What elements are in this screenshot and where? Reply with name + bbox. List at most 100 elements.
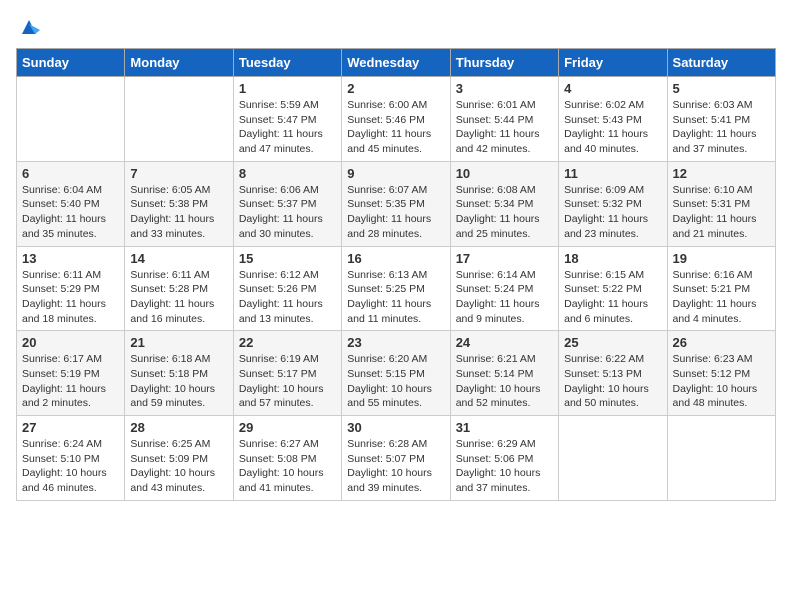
day-info: Sunrise: 6:29 AM Sunset: 5:06 PM Dayligh… [456, 437, 553, 496]
day-number: 6 [22, 166, 119, 181]
day-info: Sunrise: 6:09 AM Sunset: 5:32 PM Dayligh… [564, 183, 661, 242]
calendar-cell: 11 Sunrise: 6:09 AM Sunset: 5:32 PM Dayli… [559, 161, 667, 246]
calendar-cell: 16Sunrise: 6:13 AM Sunset: 5:25 PM Dayli… [342, 246, 450, 331]
calendar-cell: 9 Sunrise: 6:07 AM Sunset: 5:35 PM Daylig… [342, 161, 450, 246]
day-number: 17 [456, 251, 553, 266]
day-number: 29 [239, 420, 336, 435]
day-number: 27 [22, 420, 119, 435]
day-info: Sunrise: 6:00 AM Sunset: 5:46 PM Dayligh… [347, 98, 444, 157]
day-number: 28 [130, 420, 227, 435]
day-info: Sunrise: 6:21 AM Sunset: 5:14 PM Dayligh… [456, 352, 553, 411]
calendar-cell: 17 Sunrise: 6:14 AM Sunset: 5:24 PM Dayli… [450, 246, 558, 331]
calendar-header-thursday: Thursday [450, 49, 558, 77]
calendar-cell: 23 Sunrise: 6:20 AM Sunset: 5:15 PM Dayli… [342, 331, 450, 416]
calendar-cell: 27 Sunrise: 6:24 AM Sunset: 5:10 PM Dayli… [17, 416, 125, 501]
day-number: 14 [130, 251, 227, 266]
calendar-cell [559, 416, 667, 501]
day-info: Sunrise: 6:01 AM Sunset: 5:44 PM Dayligh… [456, 98, 553, 157]
calendar-cell: 2 Sunrise: 6:00 AM Sunset: 5:46 PM Daylig… [342, 77, 450, 162]
day-info: Sunrise: 6:24 AM Sunset: 5:10 PM Dayligh… [22, 437, 119, 496]
day-info: Sunrise: 6:11 AM Sunset: 5:28 PM Dayligh… [130, 268, 227, 327]
calendar-cell: 14 Sunrise: 6:11 AM Sunset: 5:28 PM Dayli… [125, 246, 233, 331]
day-info: Sunrise: 6:04 AM Sunset: 5:40 PM Dayligh… [22, 183, 119, 242]
calendar-cell: 24 Sunrise: 6:21 AM Sunset: 5:14 PM Dayli… [450, 331, 558, 416]
day-number: 20 [22, 335, 119, 350]
day-number: 19 [673, 251, 770, 266]
day-info: Sunrise: 6:02 AM Sunset: 5:43 PM Dayligh… [564, 98, 661, 157]
day-number: 2 [347, 81, 444, 96]
calendar-cell: 10 Sunrise: 6:08 AM Sunset: 5:34 PM Dayli… [450, 161, 558, 246]
calendar-cell: 8Sunrise: 6:06 AM Sunset: 5:37 PM Daylig… [233, 161, 341, 246]
day-info: Sunrise: 6:22 AM Sunset: 5:13 PM Dayligh… [564, 352, 661, 411]
day-number: 15 [239, 251, 336, 266]
calendar-cell: 12Sunrise: 6:10 AM Sunset: 5:31 PM Dayli… [667, 161, 775, 246]
logo-icon [18, 16, 40, 38]
day-number: 5 [673, 81, 770, 96]
calendar-cell: 18 Sunrise: 6:15 AM Sunset: 5:22 PM Dayli… [559, 246, 667, 331]
calendar-cell: 13 Sunrise: 6:11 AM Sunset: 5:29 PM Dayli… [17, 246, 125, 331]
day-info: Sunrise: 6:23 AM Sunset: 5:12 PM Dayligh… [673, 352, 770, 411]
day-number: 24 [456, 335, 553, 350]
day-number: 13 [22, 251, 119, 266]
day-info: Sunrise: 6:03 AM Sunset: 5:41 PM Dayligh… [673, 98, 770, 157]
day-info: Sunrise: 6:11 AM Sunset: 5:29 PM Dayligh… [22, 268, 119, 327]
day-info: Sunrise: 6:17 AM Sunset: 5:19 PM Dayligh… [22, 352, 119, 411]
calendar-cell: 21 Sunrise: 6:18 AM Sunset: 5:18 PM Dayli… [125, 331, 233, 416]
day-number: 25 [564, 335, 661, 350]
calendar-cell: 28 Sunrise: 6:25 AM Sunset: 5:09 PM Dayli… [125, 416, 233, 501]
day-info: Sunrise: 6:08 AM Sunset: 5:34 PM Dayligh… [456, 183, 553, 242]
day-info: Sunrise: 6:20 AM Sunset: 5:15 PM Dayligh… [347, 352, 444, 411]
day-number: 23 [347, 335, 444, 350]
logo [16, 16, 40, 36]
calendar-cell: 3Sunrise: 6:01 AM Sunset: 5:44 PM Daylig… [450, 77, 558, 162]
calendar-week-row: 1 Sunrise: 5:59 AM Sunset: 5:47 PM Daylig… [17, 77, 776, 162]
calendar-cell: 5 Sunrise: 6:03 AM Sunset: 5:41 PM Daylig… [667, 77, 775, 162]
day-number: 11 [564, 166, 661, 181]
day-info: Sunrise: 6:25 AM Sunset: 5:09 PM Dayligh… [130, 437, 227, 496]
calendar-cell: 31Sunrise: 6:29 AM Sunset: 5:06 PM Dayli… [450, 416, 558, 501]
day-info: Sunrise: 6:27 AM Sunset: 5:08 PM Dayligh… [239, 437, 336, 496]
calendar-cell [667, 416, 775, 501]
day-number: 10 [456, 166, 553, 181]
day-number: 1 [239, 81, 336, 96]
calendar-header-tuesday: Tuesday [233, 49, 341, 77]
calendar-cell: 6 Sunrise: 6:04 AM Sunset: 5:40 PM Daylig… [17, 161, 125, 246]
calendar-cell: 26Sunrise: 6:23 AM Sunset: 5:12 PM Dayli… [667, 331, 775, 416]
day-info: Sunrise: 6:19 AM Sunset: 5:17 PM Dayligh… [239, 352, 336, 411]
calendar-week-row: 13 Sunrise: 6:11 AM Sunset: 5:29 PM Dayli… [17, 246, 776, 331]
day-number: 7 [130, 166, 227, 181]
calendar-cell: 1 Sunrise: 5:59 AM Sunset: 5:47 PM Daylig… [233, 77, 341, 162]
day-number: 21 [130, 335, 227, 350]
calendar-header-wednesday: Wednesday [342, 49, 450, 77]
calendar-cell: 22 Sunrise: 6:19 AM Sunset: 5:17 PM Dayli… [233, 331, 341, 416]
day-info: Sunrise: 6:15 AM Sunset: 5:22 PM Dayligh… [564, 268, 661, 327]
calendar-header-monday: Monday [125, 49, 233, 77]
day-info: Sunrise: 6:07 AM Sunset: 5:35 PM Dayligh… [347, 183, 444, 242]
day-info: Sunrise: 6:05 AM Sunset: 5:38 PM Dayligh… [130, 183, 227, 242]
day-info: Sunrise: 6:13 AM Sunset: 5:25 PM Dayligh… [347, 268, 444, 327]
day-number: 8 [239, 166, 336, 181]
day-info: Sunrise: 5:59 AM Sunset: 5:47 PM Dayligh… [239, 98, 336, 157]
day-info: Sunrise: 6:10 AM Sunset: 5:31 PM Dayligh… [673, 183, 770, 242]
calendar-table: SundayMondayTuesdayWednesdayThursdayFrid… [16, 48, 776, 501]
day-number: 4 [564, 81, 661, 96]
day-info: Sunrise: 6:14 AM Sunset: 5:24 PM Dayligh… [456, 268, 553, 327]
calendar-cell: 29 Sunrise: 6:27 AM Sunset: 5:08 PM Dayli… [233, 416, 341, 501]
day-number: 30 [347, 420, 444, 435]
calendar-week-row: 6 Sunrise: 6:04 AM Sunset: 5:40 PM Daylig… [17, 161, 776, 246]
day-info: Sunrise: 6:18 AM Sunset: 5:18 PM Dayligh… [130, 352, 227, 411]
calendar-cell: 20 Sunrise: 6:17 AM Sunset: 5:19 PM Dayli… [17, 331, 125, 416]
day-number: 22 [239, 335, 336, 350]
day-info: Sunrise: 6:28 AM Sunset: 5:07 PM Dayligh… [347, 437, 444, 496]
calendar-header-saturday: Saturday [667, 49, 775, 77]
day-info: Sunrise: 6:12 AM Sunset: 5:26 PM Dayligh… [239, 268, 336, 327]
calendar-cell [17, 77, 125, 162]
calendar-cell: 7 Sunrise: 6:05 AM Sunset: 5:38 PM Daylig… [125, 161, 233, 246]
calendar-cell [125, 77, 233, 162]
calendar-header-sunday: Sunday [17, 49, 125, 77]
day-number: 9 [347, 166, 444, 181]
calendar-cell: 4 Sunrise: 6:02 AM Sunset: 5:43 PM Daylig… [559, 77, 667, 162]
day-number: 18 [564, 251, 661, 266]
header [16, 16, 776, 36]
day-info: Sunrise: 6:16 AM Sunset: 5:21 PM Dayligh… [673, 268, 770, 327]
